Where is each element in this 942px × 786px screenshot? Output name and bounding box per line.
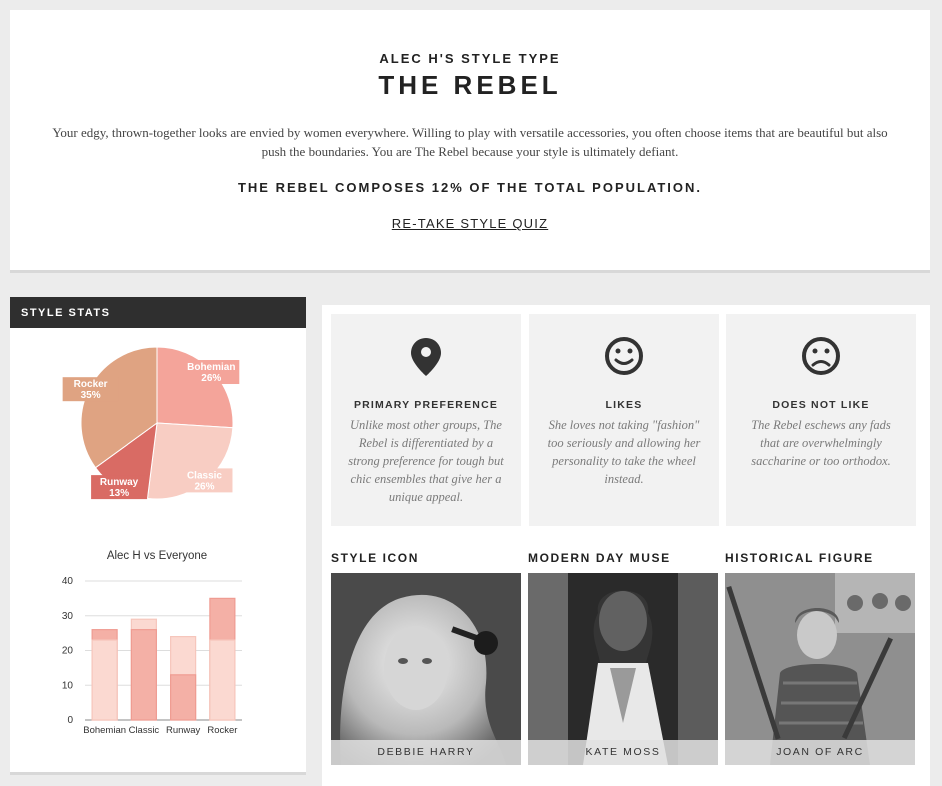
y-tick-label: 40 (62, 576, 74, 587)
modern-day-muse-photo[interactable]: KATE MOSS (528, 573, 718, 765)
style-stats-header: STYLE STATS (10, 297, 306, 328)
modern-day-muse-name: KATE MOSS (528, 740, 718, 765)
does-not-like-card: DOES NOT LIKE The Rebel eschews any fads… (726, 314, 916, 526)
y-tick-label: 30 (62, 611, 74, 622)
style-icon-photo[interactable]: DEBBIE HARRY (331, 573, 521, 765)
pie-label-rocker: Rocker35% (62, 377, 119, 402)
card-title: DOES NOT LIKE (772, 399, 870, 411)
pie-label-value: 35% (81, 390, 101, 401)
card-title: LIKES (605, 399, 643, 411)
bar-bohemian-series-2[interactable] (91, 639, 118, 721)
map-pin-icon (331, 336, 521, 378)
y-tick-label: 0 (67, 715, 73, 726)
pie-label-value: 26% (194, 481, 214, 492)
frowning-face-icon (726, 336, 916, 378)
pie-label-name: Classic (187, 470, 222, 481)
pie-label-name: Runway (100, 477, 139, 488)
y-tick-label: 10 (62, 680, 74, 691)
bar-classic-series-1[interactable] (130, 629, 157, 721)
modern-day-muse-heading: MODERN DAY MUSE (528, 551, 671, 565)
primary-preference-card: PRIMARY PREFERENCE Unlike most other gro… (331, 314, 521, 526)
pie-label-name: Bohemian (187, 362, 235, 373)
style-type-eyebrow: ALEC H'S STYLE TYPE (379, 51, 561, 66)
historical-figure-name: JOAN OF ARC (725, 740, 915, 765)
style-bar-chart: Alec H vs Everyone 0 10 20 30 40 Bohemian Clas… (62, 550, 242, 736)
population-stat: THE REBEL COMPOSES 12% OF THE TOTAL POPU… (237, 180, 703, 195)
style-type-title: THE REBEL (378, 70, 562, 100)
bar-runway-series-1[interactable] (170, 674, 197, 721)
card-text: The Rebel eschews any fads that are over… (751, 418, 891, 468)
likes-card: LIKES She loves not taking "fashion" too… (529, 314, 719, 526)
pie-slice-bohemian[interactable] (156, 346, 234, 429)
style-type-panel: ALEC H'S STYLE TYPE THE REBEL Your edgy,… (10, 10, 930, 270)
pie-label-value: 26% (201, 373, 221, 384)
historical-figure-photo[interactable]: JOAN OF ARC (725, 573, 915, 765)
x-tick-label: Rocker (207, 725, 237, 736)
pie-label-bohemian: Bohemian26% (183, 360, 240, 385)
historical-figure-heading: HISTORICAL FIGURE (725, 551, 874, 565)
x-tick-label: Classic (129, 725, 160, 736)
style-icon-heading: STYLE ICON (331, 551, 420, 565)
x-tick-label: Runway (166, 725, 201, 736)
card-title: PRIMARY PREFERENCE (353, 399, 499, 411)
card-text: Unlike most other groups, The Rebel is d… (348, 418, 504, 504)
x-tick-label: Bohemian (83, 725, 126, 736)
style-pie-chart: Bohemian26%Classic26%Runway13%Rocker35% (62, 346, 240, 500)
y-tick-label: 20 (62, 646, 74, 657)
style-icon-name: DEBBIE HARRY (331, 740, 521, 765)
smiley-face-icon (529, 336, 719, 378)
bar-rocker-series-2[interactable] (209, 639, 236, 721)
pie-label-runway: Runway13% (91, 475, 148, 500)
pie-label-value: 13% (109, 488, 129, 499)
bar-chart-title: Alec H vs Everyone (107, 550, 207, 562)
pie-label-classic: Classic26% (176, 468, 233, 493)
style-type-description: Your edgy, thrown-together looks are env… (52, 125, 888, 159)
retake-quiz-link[interactable]: RE-TAKE STYLE QUIZ (392, 216, 548, 231)
pie-label-name: Rocker (74, 379, 108, 390)
style-details-panel: PRIMARY PREFERENCE Unlike most other gro… (322, 305, 930, 786)
style-stats-panel: STYLE STATS Bohemian 26% Classic 26% Runway 1… (10, 297, 306, 772)
card-text: She loves not taking "fashion" too serio… (547, 418, 701, 486)
